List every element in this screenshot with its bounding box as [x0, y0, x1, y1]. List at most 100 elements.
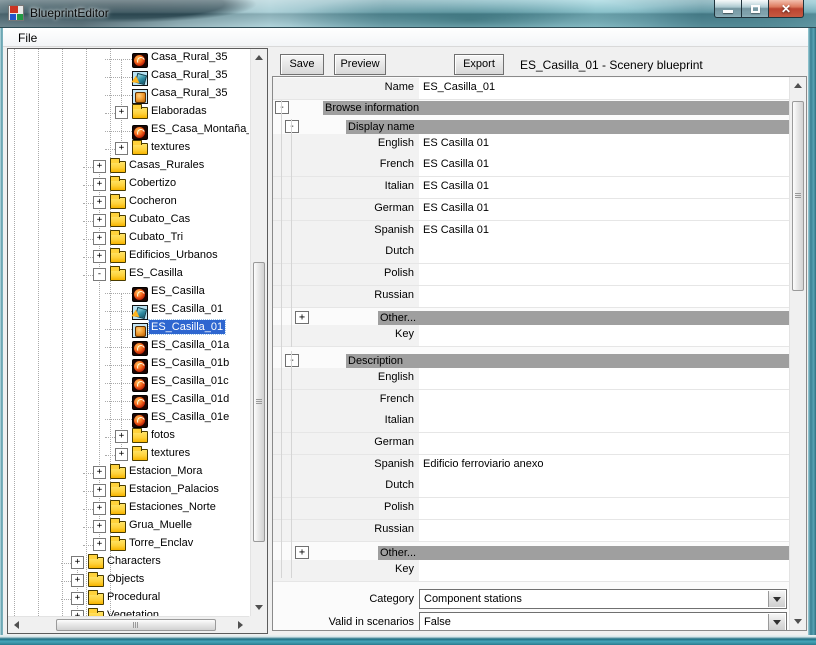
tree-item[interactable]: ES_Casilla_01d: [8, 392, 249, 410]
tree-item[interactable]: ES_Casilla_01e: [8, 410, 249, 428]
property-value-field[interactable]: [419, 560, 790, 581]
tree-expand-toggle[interactable]: +: [93, 232, 106, 245]
tree-item-label[interactable]: Casa_Rural_35: [149, 86, 229, 100]
tree-horizontal-scrollbar[interactable]: [8, 616, 249, 633]
grid-vertical-scrollbar[interactable]: [789, 77, 806, 630]
tree-item-label[interactable]: ES_Casilla: [149, 284, 207, 298]
property-value-field[interactable]: [419, 476, 790, 497]
property-value-field[interactable]: [419, 325, 790, 346]
group-expand-toggle[interactable]: +: [295, 311, 309, 324]
tree-item-label[interactable]: Cubato_Cas: [127, 212, 192, 226]
tree-expand-toggle[interactable]: +: [115, 448, 128, 461]
tree-item-label[interactable]: ES_Casa_Montaña_: [149, 122, 249, 136]
tree-item[interactable]: -ES_Casilla: [8, 266, 249, 284]
tree-item-label[interactable]: Characters: [105, 554, 163, 568]
group-header-bar[interactable]: Other...: [378, 311, 790, 325]
tree-item[interactable]: + Cubato_Tri: [8, 230, 249, 248]
tree-item-label[interactable]: Objects: [105, 572, 146, 586]
tree-item-label[interactable]: Torre_Enclav: [127, 536, 195, 550]
property-value-field[interactable]: ES Casilla 01: [419, 155, 790, 176]
property-value-field[interactable]: [419, 520, 790, 541]
tree-item[interactable]: +Edificios_Urbanos: [8, 248, 249, 266]
close-button[interactable]: ✕: [769, 0, 804, 18]
tree-item[interactable]: +Procedural: [8, 590, 249, 608]
tree-expand-toggle[interactable]: +: [71, 556, 84, 569]
tree-item-label[interactable]: textures: [149, 446, 192, 460]
tree-expand-toggle[interactable]: +: [93, 502, 106, 515]
tree-expand-toggle[interactable]: +: [93, 520, 106, 533]
tree-expand-toggle[interactable]: +: [93, 250, 106, 263]
tree-item[interactable]: Casa_Rural_35: [8, 50, 249, 68]
tree-expand-toggle[interactable]: +: [93, 178, 106, 191]
tree-expand-toggle[interactable]: +: [93, 196, 106, 209]
save-button[interactable]: Save: [280, 54, 324, 75]
chevron-down-icon[interactable]: [768, 614, 785, 630]
group-expand-toggle[interactable]: -: [285, 120, 299, 133]
tree-vertical-scrollbar[interactable]: [250, 49, 267, 616]
tree-item[interactable]: + Objects: [8, 572, 249, 590]
tree-item-label[interactable]: Cobertizo: [127, 176, 178, 190]
tree-item[interactable]: + textures: [8, 446, 249, 464]
property-value-field[interactable]: [419, 286, 790, 307]
tree-item-label[interactable]: ES_Casilla_01d: [149, 392, 231, 406]
tree-expand-toggle[interactable]: +: [93, 466, 106, 479]
tree-item-label[interactable]: ES_Casilla_01: [149, 320, 225, 334]
group-header-bar[interactable]: Browse information: [323, 101, 790, 115]
scroll-down-icon[interactable]: [794, 619, 802, 624]
tree-item[interactable]: +Casas_Rurales: [8, 158, 249, 176]
tree-item-label[interactable]: Estaciones_Norte: [127, 500, 218, 514]
chevron-down-icon[interactable]: [768, 591, 785, 607]
scroll-up-icon[interactable]: [794, 83, 802, 88]
property-value-field[interactable]: ES Casilla 01: [419, 221, 790, 242]
tree-item-label[interactable]: ES_Casilla_01: [149, 302, 225, 316]
valid-in-scenarios-dropdown[interactable]: False: [419, 612, 787, 631]
property-value-field[interactable]: ES Casilla 01: [419, 199, 790, 220]
tree-item[interactable]: +Vegetation: [8, 608, 249, 616]
tree-item[interactable]: + Estaciones_Norte: [8, 500, 249, 518]
property-value-field[interactable]: Edificio ferroviario anexo: [419, 455, 790, 476]
tree-item-label[interactable]: Cubato_Tri: [127, 230, 185, 244]
tree-item[interactable]: ES_Casilla_01: [8, 320, 249, 338]
tree-item[interactable]: + Cubato_Cas: [8, 212, 249, 230]
property-value-field[interactable]: ES Casilla 01: [419, 177, 790, 198]
tree-expand-toggle[interactable]: +: [93, 484, 106, 497]
tree-item[interactable]: + Cocheron: [8, 194, 249, 212]
tree-expand-toggle[interactable]: +: [93, 214, 106, 227]
tree-item[interactable]: +Grua_Muelle: [8, 518, 249, 536]
tree-item[interactable]: ES_Casilla_01a: [8, 338, 249, 356]
group-expand-toggle[interactable]: -: [285, 354, 299, 367]
property-value-field[interactable]: [419, 411, 790, 432]
tree-expand-toggle[interactable]: +: [115, 142, 128, 155]
tree-item-label[interactable]: Cocheron: [127, 194, 179, 208]
tree-item-label[interactable]: Elaboradas: [149, 104, 209, 118]
tree-item-label[interactable]: ES_Casilla_01c: [149, 374, 231, 388]
tree-item[interactable]: ES_Casilla_01b: [8, 356, 249, 374]
maximize-button[interactable]: [742, 0, 769, 18]
tree-item-label[interactable]: Vegetation: [105, 608, 161, 616]
tree-expand-toggle[interactable]: +: [71, 574, 84, 587]
group-header-bar[interactable]: Other...: [378, 546, 790, 560]
tree-item-label[interactable]: Estacion_Mora: [127, 464, 204, 478]
tree-item-label[interactable]: Casa_Rural_35: [149, 68, 229, 82]
tree-item[interactable]: Casa_Rural_35: [8, 86, 249, 104]
group-header-bar[interactable]: Display name: [346, 120, 790, 134]
tree-item-label[interactable]: fotos: [149, 428, 177, 442]
tree-vscroll-thumb[interactable]: [253, 262, 265, 542]
preview-button[interactable]: Preview: [334, 54, 386, 75]
tree-item-label[interactable]: Estacion_Palacios: [127, 482, 221, 496]
property-value-field[interactable]: [419, 498, 790, 519]
grid-vscroll-thumb[interactable]: [792, 101, 804, 291]
tree-item[interactable]: +fotos: [8, 428, 249, 446]
tree-expand-toggle[interactable]: -: [93, 268, 106, 281]
scroll-down-icon[interactable]: [255, 605, 263, 610]
scroll-left-icon[interactable]: [14, 621, 19, 629]
titlebar[interactable]: BlueprintEditor ✕: [0, 0, 816, 28]
tree-item-label[interactable]: Procedural: [105, 590, 162, 604]
tree-item-label[interactable]: ES_Casilla_01a: [149, 338, 231, 352]
tree-item[interactable]: +Torre_Enclav: [8, 536, 249, 554]
tree-item-label[interactable]: Casas_Rurales: [127, 158, 206, 172]
tree-item-label[interactable]: Casa_Rural_35: [149, 50, 229, 64]
tree-item[interactable]: ES_Casa_Montaña_: [8, 122, 249, 140]
group-expand-toggle[interactable]: -: [275, 101, 289, 114]
property-value-field[interactable]: [419, 433, 790, 454]
